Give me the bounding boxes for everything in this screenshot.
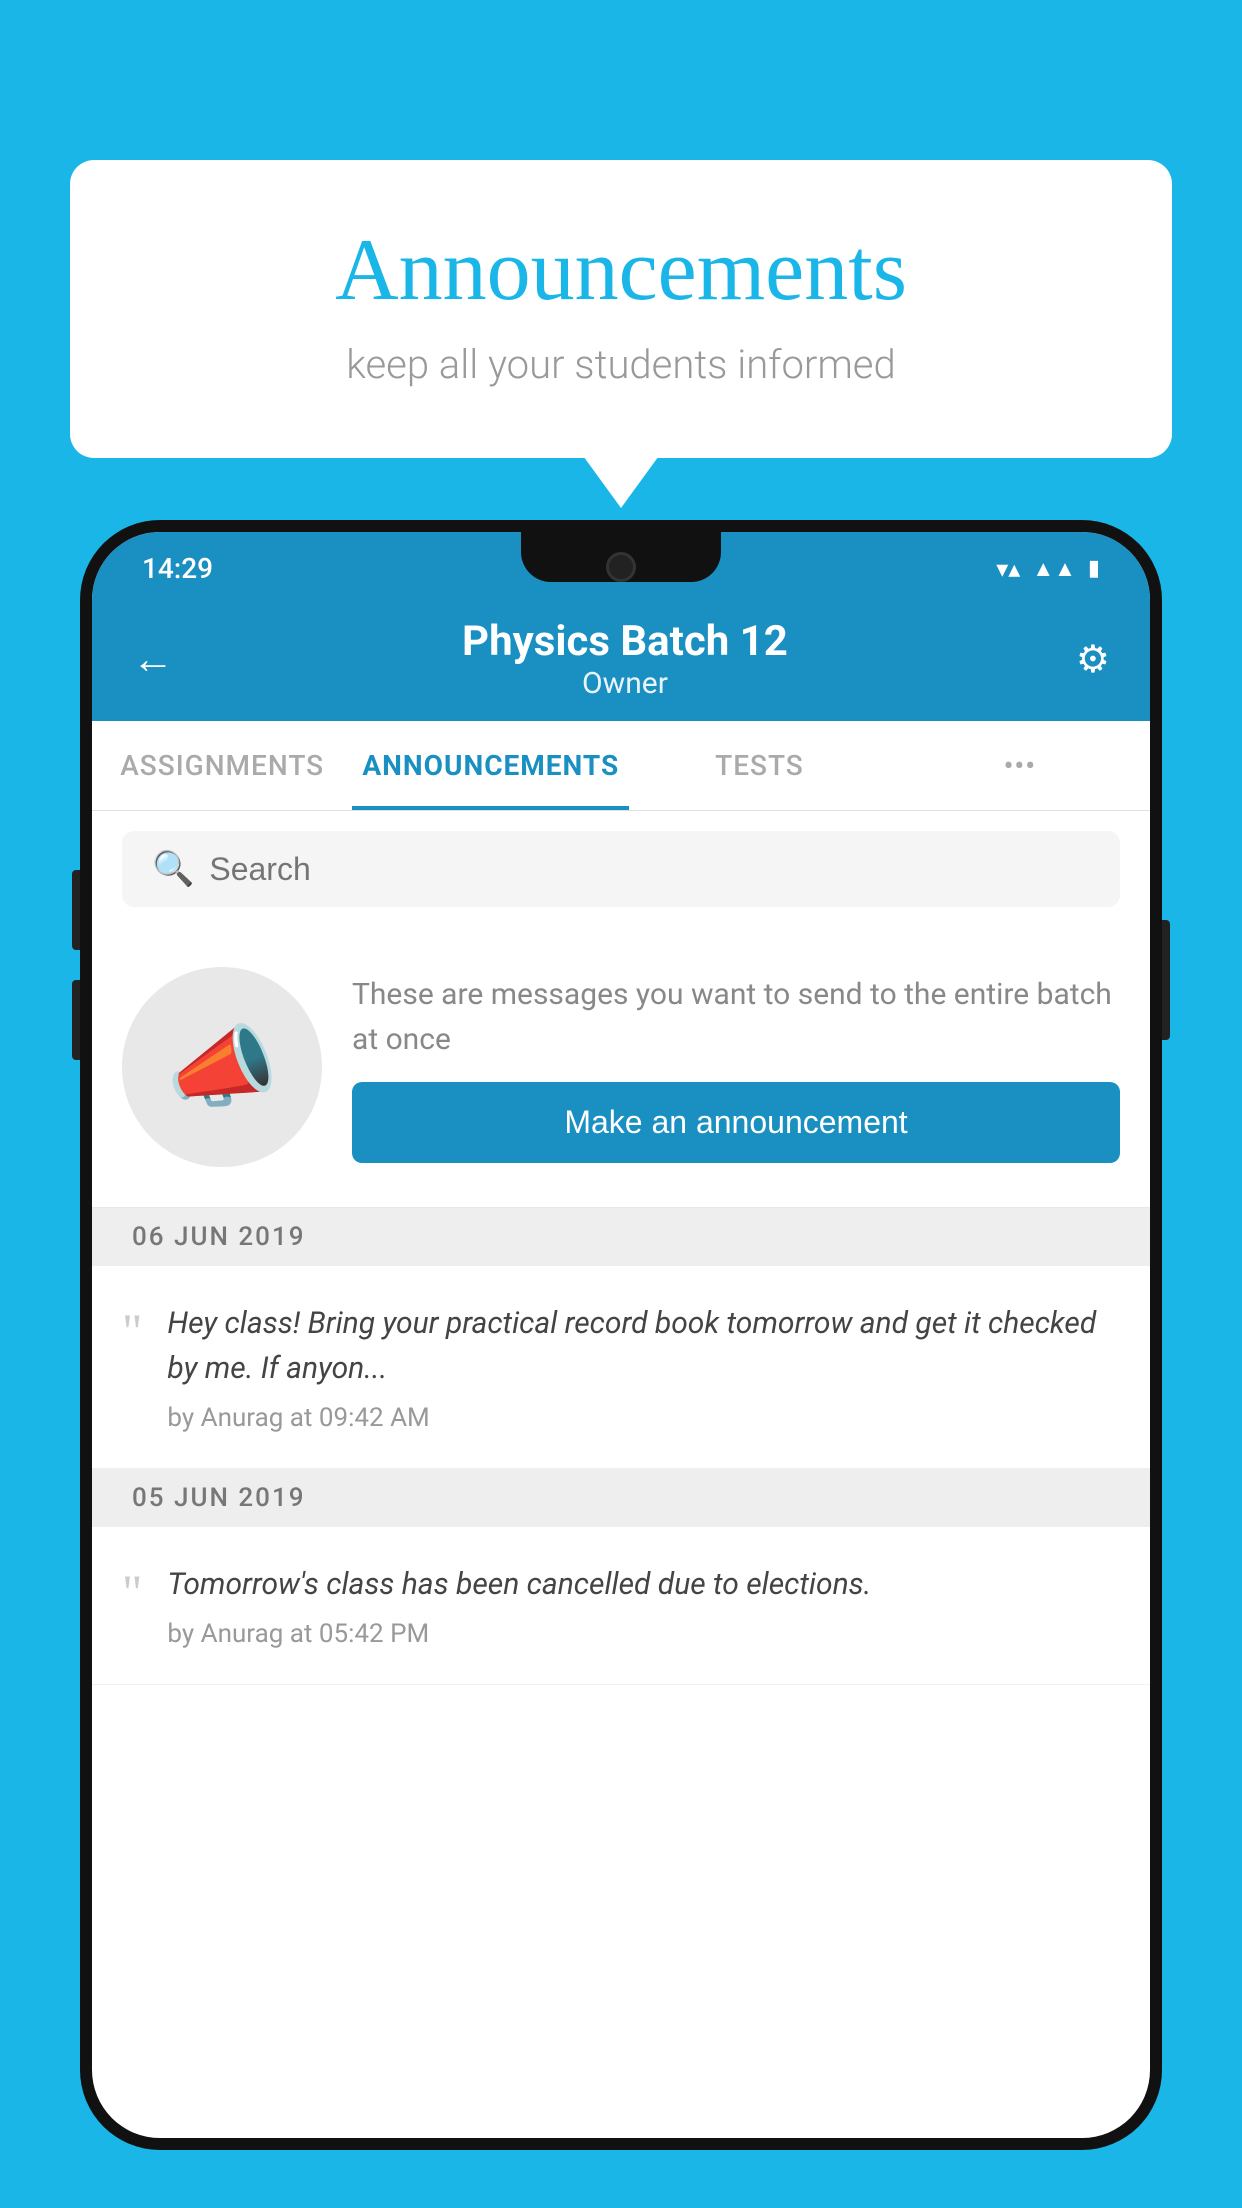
date-separator-1: 06 JUN 2019	[92, 1208, 1150, 1266]
date-separator-2: 05 JUN 2019	[92, 1469, 1150, 1527]
tab-assignments[interactable]: ASSIGNMENTS	[92, 721, 352, 810]
phone-screen: 14:29 ▾▴ ▲▲ ▮ ← Physics Batch 12 Owner ⚙	[92, 532, 1150, 2138]
screen-content: 🔍 📣 These are messages you want to send …	[92, 811, 1150, 2138]
announcement-item-2[interactable]: " Tomorrow's class has been cancelled du…	[92, 1527, 1150, 1685]
header-subtitle: Owner	[174, 666, 1076, 701]
speech-bubble: Announcements keep all your students inf…	[70, 160, 1172, 458]
promo-area: 📣 These are messages you want to send to…	[92, 927, 1150, 1208]
app-header: ← Physics Batch 12 Owner ⚙	[92, 597, 1150, 721]
wifi-icon: ▾▴	[996, 555, 1020, 583]
announcement-text-1: Hey class! Bring your practical record b…	[167, 1301, 1120, 1391]
tab-tests[interactable]: TESTS	[629, 721, 889, 810]
status-icons: ▾▴ ▲▲ ▮	[996, 555, 1100, 583]
tab-more[interactable]: •••	[890, 721, 1150, 810]
bubble-subtitle: keep all your students informed	[150, 341, 1092, 388]
search-icon: 🔍	[152, 849, 194, 889]
back-button[interactable]: ←	[132, 635, 174, 684]
battery-icon: ▮	[1088, 556, 1100, 581]
header-title-area: Physics Batch 12 Owner	[174, 617, 1076, 701]
bubble-title: Announcements	[150, 220, 1092, 321]
promo-description: These are messages you want to send to t…	[352, 972, 1120, 1062]
megaphone-icon: 📣	[166, 1015, 278, 1120]
signal-icon: ▲▲	[1032, 556, 1076, 582]
search-input[interactable]	[209, 851, 1090, 888]
status-time: 14:29	[142, 552, 213, 585]
speech-bubble-section: Announcements keep all your students inf…	[70, 160, 1172, 458]
announcement-item-1[interactable]: " Hey class! Bring your practical record…	[92, 1266, 1150, 1469]
promo-icon-circle: 📣	[122, 967, 322, 1167]
announcement-content-1: Hey class! Bring your practical record b…	[167, 1301, 1120, 1433]
power-button[interactable]	[1162, 920, 1170, 1040]
quote-icon-2: "	[122, 1567, 142, 1617]
volume-down-button[interactable]	[72, 980, 80, 1060]
search-bar[interactable]: 🔍	[122, 831, 1120, 907]
phone-notch	[521, 532, 721, 582]
announcement-text-2: Tomorrow's class has been cancelled due …	[167, 1562, 1120, 1607]
promo-content: These are messages you want to send to t…	[352, 972, 1120, 1163]
phone-container: 14:29 ▾▴ ▲▲ ▮ ← Physics Batch 12 Owner ⚙	[80, 520, 1162, 2208]
announcement-content-2: Tomorrow's class has been cancelled due …	[167, 1562, 1120, 1649]
tab-announcements[interactable]: ANNOUNCEMENTS	[352, 721, 629, 810]
make-announcement-button[interactable]: Make an announcement	[352, 1082, 1120, 1163]
settings-icon[interactable]: ⚙	[1076, 637, 1110, 682]
volume-up-button[interactable]	[72, 870, 80, 950]
announcement-meta-2: by Anurag at 05:42 PM	[167, 1619, 1120, 1649]
quote-icon-1: "	[122, 1306, 142, 1356]
tabs-bar: ASSIGNMENTS ANNOUNCEMENTS TESTS •••	[92, 721, 1150, 811]
front-camera	[606, 552, 636, 582]
search-container: 🔍	[92, 811, 1150, 927]
header-title: Physics Batch 12	[174, 617, 1076, 666]
phone-frame: 14:29 ▾▴ ▲▲ ▮ ← Physics Batch 12 Owner ⚙	[80, 520, 1162, 2150]
announcement-meta-1: by Anurag at 09:42 AM	[167, 1403, 1120, 1433]
